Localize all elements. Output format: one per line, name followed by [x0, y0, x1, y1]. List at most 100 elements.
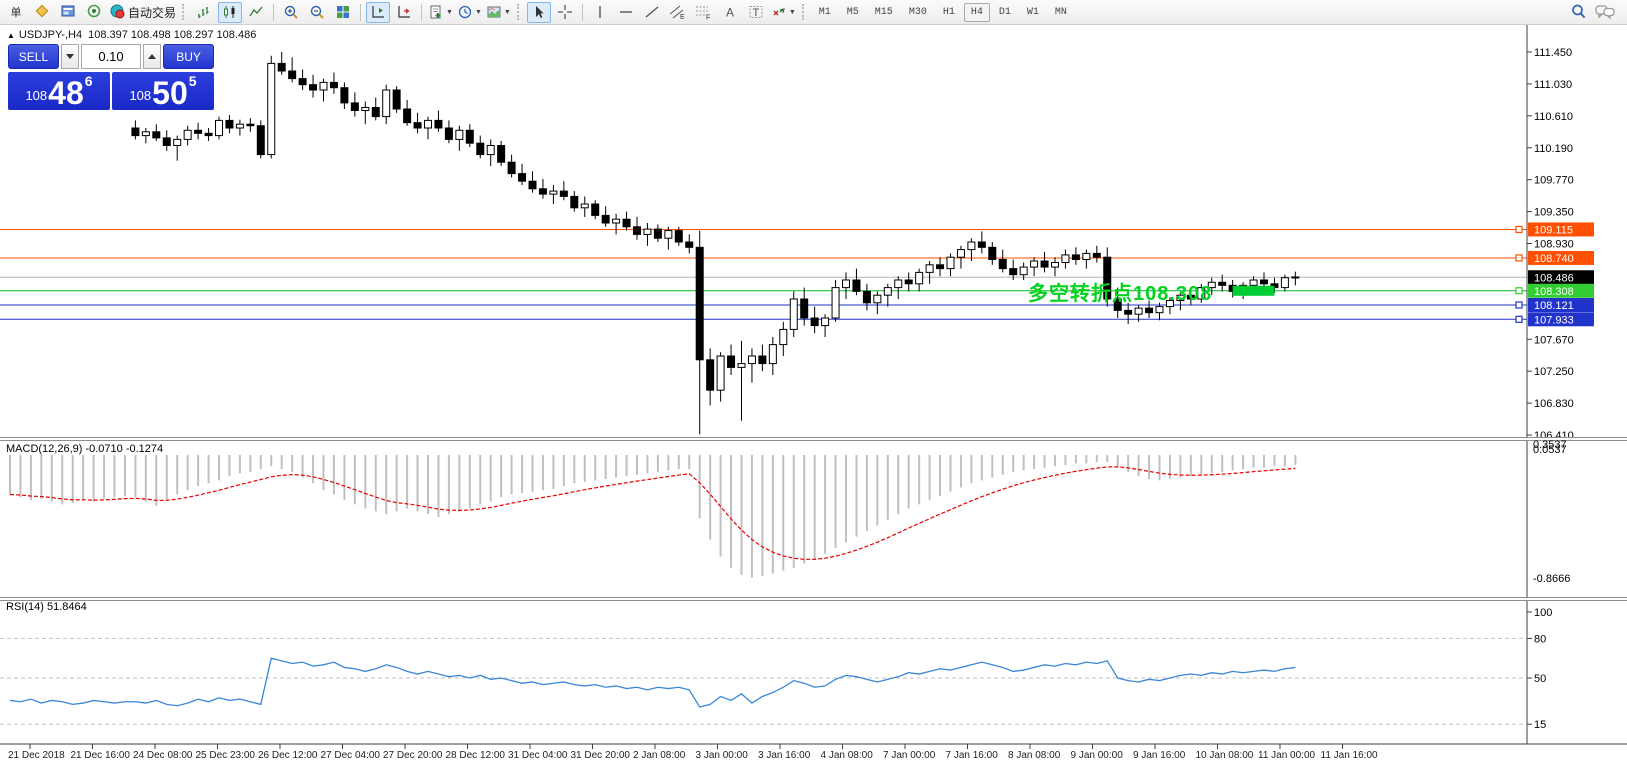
- svg-text:4 Jan 08:00: 4 Jan 08:00: [821, 750, 874, 761]
- collapse-arrow-icon[interactable]: ▲: [7, 31, 15, 40]
- svg-text:7 Jan 16:00: 7 Jan 16:00: [946, 750, 999, 761]
- timeframe-button-D1[interactable]: D1: [992, 3, 1018, 22]
- svg-text:27 Dec 04:00: 27 Dec 04:00: [321, 750, 381, 761]
- zoom-out-button[interactable]: [305, 2, 329, 23]
- arrows-button[interactable]: ▼: [770, 2, 797, 23]
- sell-price-prefix: 108: [25, 88, 47, 103]
- auto-scroll-button[interactable]: [392, 2, 416, 23]
- volume-decrease-button[interactable]: [61, 44, 79, 69]
- zoom-in-button[interactable]: [279, 2, 303, 23]
- trendline-button[interactable]: [640, 2, 664, 23]
- svg-text:11 Jan 16:00: 11 Jan 16:00: [1321, 750, 1379, 761]
- buy-price[interactable]: 108505: [112, 72, 214, 110]
- svg-text:24 Dec 08:00: 24 Dec 08:00: [133, 750, 193, 761]
- svg-text:21 Dec 2018: 21 Dec 2018: [8, 750, 65, 761]
- equidistant-channel-button[interactable]: E: [666, 2, 690, 23]
- auto-scroll-icon: [396, 4, 412, 20]
- clock-icon: [457, 4, 473, 20]
- new-chart-button[interactable]: ▼: [427, 2, 454, 23]
- svg-text:7 Jan 00:00: 7 Jan 00:00: [883, 750, 936, 761]
- volume-increase-button[interactable]: [143, 44, 161, 69]
- buy-price-pip: 5: [189, 73, 197, 89]
- caret-down-icon: [66, 54, 74, 59]
- new-chart-icon: [428, 4, 444, 20]
- timeframe-button-M15[interactable]: M15: [868, 3, 900, 22]
- timeframe-button-H4[interactable]: H4: [964, 3, 990, 22]
- toolbar-separator: [582, 4, 583, 21]
- text-button[interactable]: A: [718, 2, 742, 23]
- svg-text:108.308: 108.308: [1534, 286, 1574, 298]
- chat-button[interactable]: [1593, 2, 1617, 23]
- main-toolbar: 单 自动交易 ▼ ▼ ▼ E F A T ▼ M1M5M15M30H1H4D1W…: [0, 0, 1627, 25]
- svg-text:21 Dec 16:00: 21 Dec 16:00: [71, 750, 131, 761]
- fibonacci-button[interactable]: F: [692, 2, 716, 23]
- tile-windows-button[interactable]: [331, 2, 355, 23]
- caret-up-icon: [148, 54, 156, 59]
- timeframe-button-MN[interactable]: MN: [1048, 3, 1074, 22]
- svg-text:31 Dec 20:00: 31 Dec 20:00: [571, 750, 631, 761]
- crosshair-button[interactable]: [553, 2, 577, 23]
- svg-text:9 Jan 16:00: 9 Jan 16:00: [1133, 750, 1186, 761]
- sell-button[interactable]: SELL: [8, 44, 59, 69]
- navigator-button[interactable]: [56, 2, 80, 23]
- svg-text:106.830: 106.830: [1534, 398, 1574, 410]
- cursor-icon: [531, 4, 547, 20]
- candlestick-icon: [222, 4, 238, 20]
- svg-text:100: 100: [1534, 607, 1552, 619]
- arrows-icon: [771, 4, 787, 20]
- timeframe-button-H1[interactable]: H1: [936, 3, 962, 22]
- svg-text:3 Jan 16:00: 3 Jan 16:00: [758, 750, 811, 761]
- new-order-button[interactable]: 单: [4, 2, 28, 23]
- chart-canvas[interactable]: 111.450111.030110.610110.190109.770109.3…: [0, 25, 1627, 768]
- market-watch-button[interactable]: [30, 2, 54, 23]
- timeframe-button-M5[interactable]: M5: [840, 3, 866, 22]
- search-button[interactable]: [1567, 2, 1591, 23]
- svg-text:26 Dec 12:00: 26 Dec 12:00: [258, 750, 318, 761]
- svg-text:E: E: [680, 14, 685, 20]
- buy-price-big: 50: [152, 79, 188, 107]
- svg-text:111.450: 111.450: [1534, 47, 1572, 59]
- caret-down-icon: ▼: [446, 9, 453, 16]
- gold-icon: [34, 3, 50, 22]
- svg-text:28 Dec 12:00: 28 Dec 12:00: [446, 750, 506, 761]
- timeframe-button-M1[interactable]: M1: [812, 3, 838, 22]
- timeframe-button-W1[interactable]: W1: [1020, 3, 1046, 22]
- chart-symbol-period: USDJPY-,H4: [19, 29, 82, 41]
- volume-input[interactable]: 0.10: [81, 44, 141, 69]
- cursor-button[interactable]: [527, 2, 551, 23]
- svg-text:3 Jan 00:00: 3 Jan 00:00: [696, 750, 749, 761]
- svg-text:107.670: 107.670: [1534, 334, 1574, 346]
- vertical-line-button[interactable]: [588, 2, 612, 23]
- trade-panel-top-row: SELL 0.10 BUY: [8, 44, 214, 69]
- candlestick-chart-button[interactable]: [218, 2, 242, 23]
- autotrading-button[interactable]: 自动交易: [108, 2, 177, 23]
- toolbar-separator: [421, 4, 422, 21]
- svg-text:2 Jan 08:00: 2 Jan 08:00: [633, 750, 686, 761]
- bar-chart-button[interactable]: [192, 2, 216, 23]
- svg-text:9 Jan 00:00: 9 Jan 00:00: [1071, 750, 1124, 761]
- buy-button[interactable]: BUY: [163, 44, 214, 69]
- channel-icon: E: [669, 4, 686, 20]
- chart-shift-button[interactable]: [366, 2, 390, 23]
- rsi-indicator-label: RSI(14) 51.8464: [6, 601, 87, 613]
- sell-price[interactable]: 108486: [8, 72, 110, 110]
- rsi-pane-splitter[interactable]: [0, 597, 1627, 601]
- toolbar-right: [1566, 2, 1618, 23]
- svg-text:T: T: [752, 7, 759, 19]
- signals-button[interactable]: [82, 2, 106, 23]
- timeframe-button-M30[interactable]: M30: [902, 3, 934, 22]
- pivot-annotation-text[interactable]: 多空转折点108.308: [1028, 277, 1212, 306]
- line-chart-icon: [248, 4, 264, 20]
- templates-button[interactable]: ▼: [485, 2, 512, 23]
- autotrading-label: 自动交易: [128, 4, 176, 21]
- svg-text:10 Jan 08:00: 10 Jan 08:00: [1196, 750, 1254, 761]
- line-chart-button[interactable]: [244, 2, 268, 23]
- chart-title[interactable]: ▲USDJPY-,H4108.397 108.498 108.297 108.4…: [7, 29, 256, 41]
- svg-text:80: 80: [1534, 633, 1546, 645]
- svg-text:11 Jan 00:00: 11 Jan 00:00: [1258, 750, 1316, 761]
- svg-text:A: A: [726, 6, 734, 20]
- periods-button[interactable]: ▼: [456, 2, 483, 23]
- macd-pane-splitter[interactable]: [0, 437, 1627, 441]
- horizontal-line-button[interactable]: [614, 2, 638, 23]
- text-label-button[interactable]: T: [744, 2, 768, 23]
